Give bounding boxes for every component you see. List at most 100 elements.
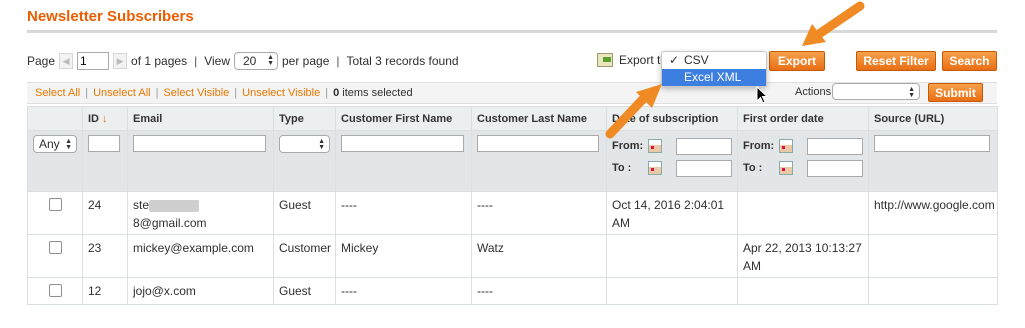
- filter-any-label: Any: [39, 137, 60, 151]
- row-checkbox[interactable]: [48, 241, 62, 254]
- id-filter-input[interactable]: [88, 135, 120, 152]
- prev-page-icon[interactable]: ◀: [59, 53, 74, 69]
- page-label: Page: [27, 54, 56, 68]
- export-format-dropdown[interactable]: ✓ CSV Excel XML: [661, 51, 767, 87]
- subscription-to-input[interactable]: [676, 159, 732, 177]
- actions-label: Actions: [795, 86, 832, 98]
- subscription-date-cell: Oct 14, 2016 2:04:01 AM: [606, 191, 738, 235]
- divider: |: [336, 54, 340, 68]
- export-option-label: Excel XML: [684, 70, 742, 84]
- page-number-input[interactable]: [77, 52, 110, 70]
- per-page-label: per page: [282, 54, 330, 68]
- source-filter-input[interactable]: [874, 135, 990, 152]
- first-order-to-input[interactable]: [807, 159, 863, 177]
- next-page-icon[interactable]: ▶: [113, 53, 128, 69]
- export-area: Export to:: [597, 53, 670, 67]
- email-cell: ste 8@gmail.com: [127, 191, 274, 235]
- email-cell: jojo@x.com: [127, 277, 274, 305]
- type-cell: Customer: [273, 234, 336, 278]
- first-name-filter-input[interactable]: [341, 135, 464, 152]
- calendar-icon[interactable]: [779, 139, 793, 153]
- subscribers-grid: ID ↓ Email Type Customer First Name Custo…: [27, 106, 998, 305]
- column-header-id[interactable]: ID ↓: [82, 106, 128, 131]
- actions-select[interactable]: ▲ ▼: [832, 83, 920, 100]
- grid-header-row: ID ↓ Email Type Customer First Name Custo…: [27, 106, 998, 131]
- search-button[interactable]: Search: [942, 51, 997, 71]
- reset-filter-button[interactable]: Reset Filter: [856, 51, 936, 71]
- divider: |: [194, 54, 198, 68]
- row-checkbox[interactable]: [48, 284, 62, 297]
- row-checkbox[interactable]: [48, 198, 62, 211]
- date-range-from: From:: [743, 135, 863, 157]
- view-per-page-value: 20: [243, 54, 257, 68]
- items-selected-label: items selected: [342, 87, 413, 99]
- row-select-cell: [27, 234, 83, 278]
- filter-cell: [127, 130, 274, 192]
- checkbox-filter-select[interactable]: Any ▲ ▼: [33, 135, 77, 153]
- email-filter-input[interactable]: [133, 135, 266, 152]
- column-header-select: [27, 106, 83, 131]
- column-header-type[interactable]: Type: [273, 106, 336, 131]
- filter-cell: ▲ ▼: [273, 130, 336, 192]
- table-row[interactable]: 23 mickey@example.com Customer Mickey Wa…: [27, 234, 998, 278]
- select-all-link[interactable]: Select All: [35, 87, 80, 99]
- submit-button[interactable]: Submit: [928, 83, 983, 102]
- divider: |: [325, 87, 329, 99]
- first-order-from-input[interactable]: [807, 137, 863, 155]
- row-select-cell: [27, 191, 83, 235]
- callout-arrow-icon: [802, 1, 865, 46]
- id-cell: 23: [82, 234, 128, 278]
- export-button[interactable]: Export: [769, 51, 825, 71]
- page-title: Newsletter Subscribers: [27, 8, 194, 25]
- table-row[interactable]: 12 jojo@x.com Guest ---- ----: [27, 277, 998, 305]
- view-label: View: [204, 54, 230, 68]
- column-header-first-order-date[interactable]: First order date: [737, 106, 869, 131]
- row-select-cell: [27, 277, 83, 305]
- to-label: To :: [743, 162, 763, 174]
- select-visible-link[interactable]: Select Visible: [163, 87, 229, 99]
- subscription-from-input[interactable]: [676, 137, 732, 155]
- to-label: To :: [612, 162, 632, 174]
- email-cell: mickey@example.com: [127, 234, 274, 278]
- column-header-email[interactable]: Email: [127, 106, 274, 131]
- calendar-icon[interactable]: [648, 161, 662, 175]
- divider: |: [155, 87, 159, 99]
- sort-desc-icon: ↓: [102, 112, 108, 125]
- id-cell: 24: [82, 191, 128, 235]
- select-arrows-icon: ▲ ▼: [65, 138, 72, 151]
- export-option-label: CSV: [684, 53, 709, 67]
- filter-cell: [868, 130, 998, 192]
- first-name-cell: ----: [335, 191, 472, 235]
- column-header-source[interactable]: Source (URL): [868, 106, 998, 131]
- callout-arrow-icon: [605, 84, 662, 139]
- subscription-date-cell: [606, 234, 738, 278]
- view-per-page-select[interactable]: 20 ▲ ▼: [234, 52, 278, 70]
- email-end: 8@gmail.com: [133, 216, 207, 230]
- calendar-icon[interactable]: [779, 161, 793, 175]
- first-order-date-cell: [737, 191, 869, 235]
- filter-cell: [335, 130, 472, 192]
- check-icon: ✓: [669, 53, 680, 67]
- export-option-csv[interactable]: ✓ CSV: [662, 52, 766, 69]
- grid-filter-row: Any ▲ ▼ ▲ ▼ From: To : From: To :: [27, 130, 998, 192]
- filter-cell: From: To :: [737, 130, 869, 192]
- export-option-excel-xml[interactable]: Excel XML: [662, 69, 766, 86]
- column-header-first-name[interactable]: Customer First Name: [335, 106, 472, 131]
- email-start: ste: [133, 198, 150, 212]
- column-header-label: ID: [88, 112, 99, 125]
- column-header-last-name[interactable]: Customer Last Name: [471, 106, 607, 131]
- source-cell: [868, 234, 998, 278]
- last-name-filter-input[interactable]: [477, 135, 599, 152]
- source-cell: http://www.google.com: [868, 191, 998, 235]
- last-name-cell: Watz: [471, 234, 607, 278]
- unselect-all-link[interactable]: Unselect All: [93, 87, 150, 99]
- table-row[interactable]: 24 ste 8@gmail.com Guest ---- ---- Oct 14…: [27, 191, 998, 235]
- last-name-cell: ----: [471, 191, 607, 235]
- redacted-email: [149, 199, 200, 212]
- pager: Page ◀ ▶ of 1 pages | View 20 ▲▼ per pag…: [27, 50, 459, 72]
- unselect-visible-link[interactable]: Unselect Visible: [242, 87, 320, 99]
- subscription-date-cell: [606, 277, 738, 305]
- selected-count: 0: [333, 87, 340, 99]
- page-count: of 1 pages: [131, 54, 188, 68]
- type-filter-select[interactable]: ▲ ▼: [279, 135, 330, 153]
